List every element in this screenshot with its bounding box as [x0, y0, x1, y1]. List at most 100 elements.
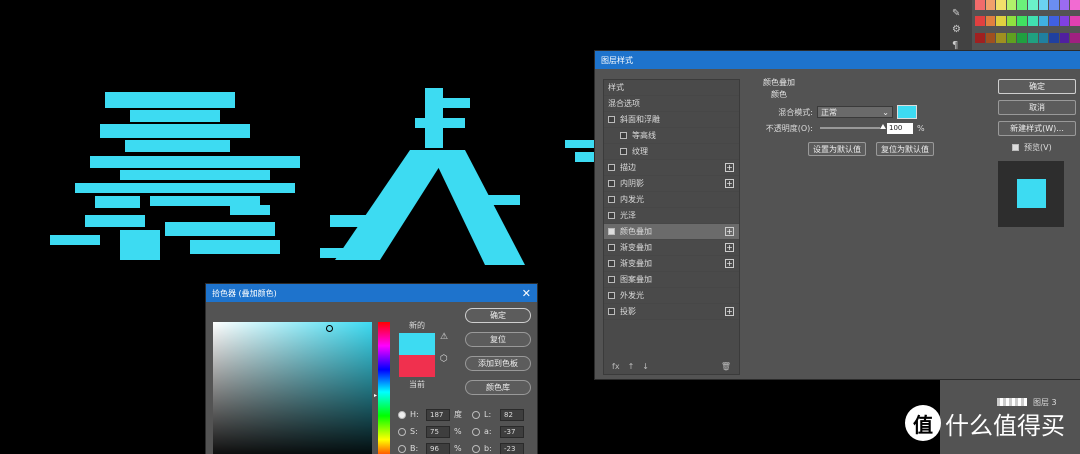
swatch[interactable] [975, 0, 985, 10]
swatch[interactable] [1017, 16, 1027, 27]
gamut-warning-icon[interactable]: ⚠ [440, 332, 448, 342]
style-item[interactable]: 内发光 [604, 192, 739, 208]
swatch[interactable] [1059, 32, 1070, 43]
add-effect-icon[interactable]: + [725, 243, 734, 252]
style-checkbox[interactable] [608, 244, 615, 251]
style-item[interactable]: 等高线 [604, 128, 739, 144]
style-item[interactable]: 外发光 [604, 288, 739, 304]
swatch[interactable] [1028, 32, 1038, 43]
swatch[interactable] [1038, 32, 1049, 43]
swatch[interactable] [1006, 0, 1017, 10]
swatch[interactable] [985, 16, 996, 27]
style-item[interactable]: 渐变叠加 + [604, 240, 739, 256]
swatch[interactable] [1070, 32, 1080, 43]
swatch[interactable] [1038, 0, 1049, 10]
brush-icon[interactable]: ✎ [952, 8, 960, 19]
move-down-icon[interactable]: ↓ [642, 362, 649, 371]
style-checkbox[interactable] [608, 212, 615, 219]
swatch[interactable] [1049, 0, 1059, 10]
channel-value[interactable]: 75 [426, 425, 450, 438]
swatch[interactable] [996, 0, 1006, 10]
swatch[interactable] [1038, 16, 1049, 27]
style-checkbox[interactable] [608, 180, 615, 187]
saturation-brightness-field[interactable] [213, 322, 372, 454]
web-safe-icon[interactable]: ⬡ [440, 354, 448, 364]
lab-value[interactable]: -37 [500, 425, 524, 438]
add-effect-icon[interactable]: + [725, 259, 734, 268]
swatch[interactable] [1028, 0, 1038, 10]
opacity-slider[interactable] [820, 124, 886, 129]
style-item[interactable]: 内阴影 + [604, 176, 739, 192]
style-item[interactable]: 颜色叠加 + [604, 224, 739, 240]
reset-default-button[interactable]: 复位为默认值 [876, 142, 934, 156]
style-checkbox[interactable] [620, 148, 627, 155]
swatch[interactable] [985, 0, 996, 10]
cancel-button[interactable]: 取消 [998, 100, 1076, 115]
lab-radio[interactable] [472, 410, 480, 419]
lab-radio[interactable] [472, 427, 480, 436]
swatch[interactable] [1028, 16, 1038, 27]
style-item[interactable]: 投影 + [604, 304, 739, 320]
fx-icon[interactable]: fx [612, 362, 620, 371]
style-checkbox[interactable] [608, 292, 615, 299]
swatch[interactable] [1049, 16, 1059, 27]
preview-toggle[interactable]: 预览(V) [998, 142, 1076, 153]
style-checkbox[interactable] [608, 228, 615, 235]
blend-mode-select[interactable]: 正常 ⌄ [817, 106, 893, 118]
style-item[interactable]: 混合选项 [604, 96, 739, 112]
set-default-button[interactable]: 设置为默认值 [808, 142, 866, 156]
overlay-color-chip[interactable] [897, 105, 917, 119]
opacity-input[interactable]: 100 [887, 122, 913, 134]
swatch[interactable] [996, 16, 1006, 27]
add-effect-icon[interactable]: + [725, 307, 734, 316]
preview-checkbox[interactable] [1012, 144, 1019, 151]
add-to-swatches-button[interactable]: 添加到色板 [465, 356, 531, 371]
swatch[interactable] [1006, 32, 1017, 43]
picker-reset-button[interactable]: 复位 [465, 332, 531, 347]
style-checkbox[interactable] [608, 260, 615, 267]
current-color-swatch[interactable] [399, 355, 435, 377]
style-checkbox[interactable] [608, 116, 615, 123]
lab-value[interactable]: -23 [500, 442, 524, 454]
add-effect-icon[interactable]: + [725, 163, 734, 172]
swatch[interactable] [1049, 32, 1059, 43]
style-checkbox[interactable] [620, 132, 627, 139]
swatch[interactable] [996, 32, 1006, 43]
layer-style-titlebar[interactable]: 图层样式 [595, 51, 1080, 69]
channel-radio[interactable] [398, 427, 406, 436]
swatch[interactable] [1017, 32, 1027, 43]
style-item[interactable]: 纹理 [604, 144, 739, 160]
style-item[interactable]: 图案叠加 [604, 272, 739, 288]
swatch[interactable] [1059, 0, 1070, 10]
lab-value[interactable]: 82 [500, 408, 524, 421]
style-checkbox[interactable] [608, 196, 615, 203]
channel-radio[interactable] [398, 444, 406, 453]
style-item[interactable]: 斜面和浮雕 [604, 112, 739, 128]
swatch[interactable] [975, 16, 985, 27]
swatch[interactable] [1006, 16, 1017, 27]
hue-slider-marker[interactable]: ▸ [374, 392, 377, 399]
hue-slider[interactable]: ▸ [374, 322, 390, 454]
style-checkbox[interactable] [608, 308, 615, 315]
swatch[interactable] [975, 32, 985, 43]
channel-value[interactable]: 96 [426, 442, 450, 454]
add-effect-icon[interactable]: + [725, 227, 734, 236]
swatch[interactable] [1017, 0, 1027, 10]
channel-value[interactable]: 187 [426, 408, 450, 421]
picker-ok-button[interactable]: 确定 [465, 308, 531, 323]
move-up-icon[interactable]: ↑ [628, 362, 635, 371]
trash-icon[interactable]: 🗑 [721, 362, 731, 371]
new-style-button[interactable]: 新建样式(W)... [998, 121, 1076, 136]
opacity-slider-thumb[interactable] [880, 124, 886, 129]
swatch[interactable] [1070, 0, 1080, 10]
style-item[interactable]: 渐变叠加 + [604, 256, 739, 272]
style-item[interactable]: 光泽 [604, 208, 739, 224]
swatch[interactable] [1070, 16, 1080, 27]
sb-picker-cursor[interactable] [326, 325, 333, 332]
style-item[interactable]: 描边 + [604, 160, 739, 176]
close-icon[interactable]: ✕ [522, 288, 531, 299]
ok-button[interactable]: 确定 [998, 79, 1076, 94]
add-effect-icon[interactable]: + [725, 179, 734, 188]
color-picker-titlebar[interactable]: 拾色器 (叠加颜色) ✕ [206, 284, 537, 302]
style-checkbox[interactable] [608, 164, 615, 171]
